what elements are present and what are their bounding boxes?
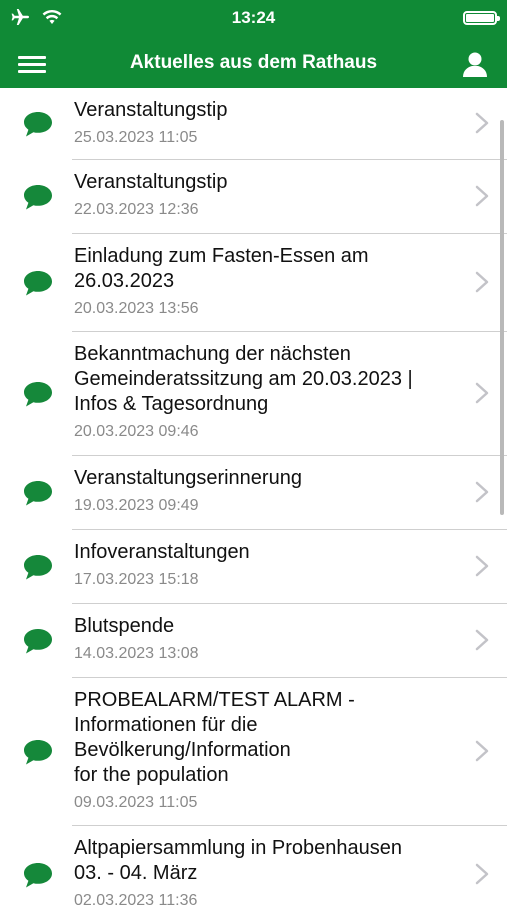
item-title: Bekanntmachung der nächsten Gemeinderats…	[74, 343, 413, 415]
speech-bubble-icon	[24, 112, 52, 137]
item-title: Einladung zum Fasten-Essen am 26.03.2023	[74, 245, 369, 292]
speech-bubble-icon	[24, 863, 52, 888]
list-item[interactable]: Infoveranstaltungen 17.03.2023 15:18	[0, 530, 507, 604]
chevron-right-icon	[475, 555, 489, 577]
item-date: 09.03.2023 11:05	[74, 794, 198, 811]
item-date: 20.03.2023 13:56	[74, 300, 199, 317]
list-item[interactable]: PROBEALARM/TEST ALARM - Informationen fü…	[0, 678, 507, 826]
item-title: Veranstaltungserinnerung	[74, 467, 302, 489]
list-item[interactable]: Altpapiersammlung in Probenhausen 03. - …	[0, 826, 507, 924]
status-bar: 13:24	[0, 0, 507, 40]
chevron-right-icon	[475, 629, 489, 651]
item-date: 17.03.2023 15:18	[74, 571, 199, 588]
chevron-right-icon	[475, 863, 489, 885]
list-item[interactable]: Veranstaltungstip 25.03.2023 11:05	[0, 88, 507, 160]
item-title: Veranstaltungstip	[74, 99, 228, 121]
item-date: 14.03.2023 13:08	[74, 645, 199, 662]
list-item[interactable]: Einladung zum Fasten-Essen am 26.03.2023…	[0, 234, 507, 332]
speech-bubble-icon	[24, 481, 52, 506]
hamburger-menu-icon[interactable]	[16, 52, 48, 76]
list-item[interactable]: Bekanntmachung der nächsten Gemeinderats…	[0, 332, 507, 456]
chevron-right-icon	[475, 382, 489, 404]
nav-bar: Aktuelles aus dem Rathaus	[0, 40, 507, 88]
speech-bubble-icon	[24, 629, 52, 654]
user-icon[interactable]	[461, 50, 489, 78]
item-title: Altpapiersammlung in Probenhausen 03. - …	[74, 837, 402, 884]
item-title: Blutspende	[74, 615, 175, 637]
speech-bubble-icon	[24, 740, 52, 765]
item-date: 02.03.2023 11:36	[74, 892, 198, 909]
item-date: 25.03.2023 11:05	[74, 129, 198, 146]
list-item[interactable]: Blutspende 14.03.2023 13:08	[0, 604, 507, 678]
chevron-right-icon	[475, 112, 489, 134]
item-title: PROBEALARM/TEST ALARM - Informationen fü…	[74, 689, 355, 786]
list-item[interactable]: Veranstaltungserinnerung 19.03.2023 09:4…	[0, 456, 507, 530]
speech-bubble-icon	[24, 271, 52, 296]
item-date: 20.03.2023 09:46	[74, 423, 199, 440]
item-date: 22.03.2023 12:36	[74, 201, 199, 218]
news-list: Veranstaltungstip 25.03.2023 11:05 Veran…	[0, 88, 507, 924]
chevron-right-icon	[475, 271, 489, 293]
list-item[interactable]: Veranstaltungstip 22.03.2023 12:36	[0, 160, 507, 234]
page-title: Aktuelles aus dem Rathaus	[129, 52, 378, 73]
scrollbar[interactable]	[500, 120, 504, 515]
chevron-right-icon	[475, 185, 489, 207]
speech-bubble-icon	[24, 382, 52, 407]
item-title: Veranstaltungstip	[74, 171, 228, 193]
speech-bubble-icon	[24, 555, 52, 580]
battery-icon	[463, 11, 500, 25]
chevron-right-icon	[475, 740, 489, 762]
item-title: Infoveranstaltungen	[74, 541, 250, 563]
status-time: 13:24	[231, 8, 276, 27]
speech-bubble-icon	[24, 185, 52, 210]
chevron-right-icon	[475, 481, 489, 503]
item-date: 19.03.2023 09:49	[74, 497, 199, 514]
